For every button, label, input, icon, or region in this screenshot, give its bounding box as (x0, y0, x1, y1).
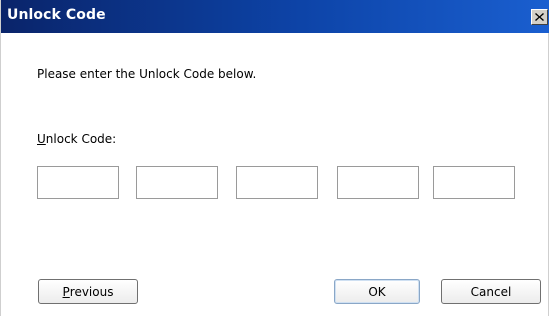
instruction-text: Please enter the Unlock Code below. (37, 67, 257, 81)
unlock-code-dialog: Unlock Code Please enter the Unlock Code… (0, 0, 549, 316)
previous-label-rest: revious (69, 284, 114, 299)
ok-button[interactable]: OK (334, 279, 420, 304)
unlock-code-field-4[interactable] (337, 166, 419, 199)
close-icon (535, 13, 544, 21)
unlock-code-field-5[interactable] (433, 166, 515, 199)
unlock-code-field-1[interactable] (37, 166, 119, 199)
label-mnemonic: U (37, 132, 46, 146)
title-bar[interactable]: Unlock Code (1, 0, 549, 33)
unlock-code-label: Unlock Code: (37, 132, 116, 146)
unlock-code-field-3[interactable] (236, 166, 318, 199)
window-title: Unlock Code (7, 7, 106, 23)
previous-button[interactable]: Previous (38, 279, 138, 304)
previous-mnemonic: P (62, 284, 70, 299)
label-rest: nlock Code: (45, 132, 117, 146)
unlock-code-field-2[interactable] (136, 166, 218, 199)
close-button[interactable] (531, 9, 548, 25)
cancel-button[interactable]: Cancel (441, 279, 541, 304)
